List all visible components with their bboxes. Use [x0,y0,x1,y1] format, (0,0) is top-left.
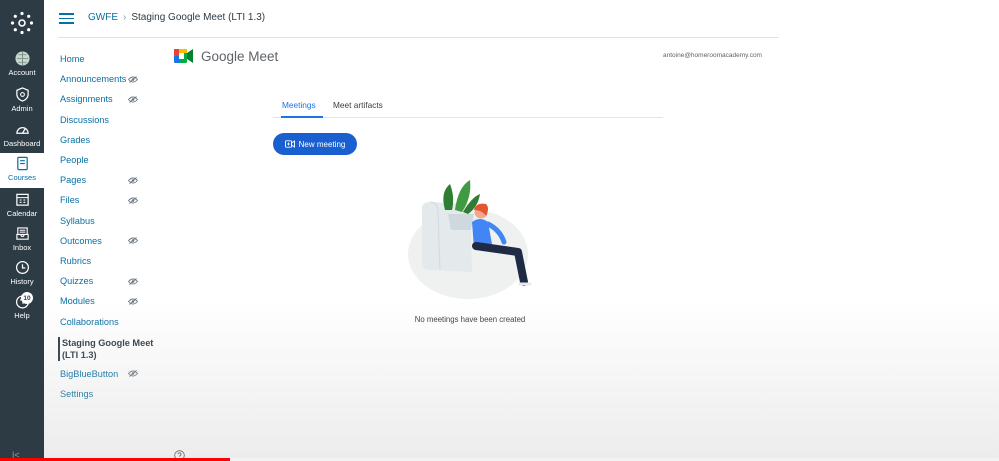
meet-tabs: Meetings Meet artifacts [273,96,663,118]
course-nav-item-bigbluebutton[interactable]: BigBlueButton [58,369,158,379]
eye-slash-icon [128,96,138,103]
course-nav-item-staging-google-meet[interactable]: Staging Google Meet (LTI 1.3) [58,336,158,361]
global-nav-admin[interactable]: Admin [0,84,44,118]
course-nav-item-outcomes[interactable]: Outcomes [58,236,158,246]
empty-state-message: No meetings have been created [414,315,526,324]
course-nav-label: Outcomes [60,235,102,246]
course-nav-item-pages[interactable]: Pages [58,175,158,185]
video-plus-icon [284,140,295,148]
book-icon [16,156,28,171]
shield-icon [15,87,29,102]
course-nav-item-discussions[interactable]: Discussions [58,115,158,125]
breadcrumb-course-link[interactable]: GWFE [88,12,118,23]
eye-slash-icon [128,277,138,285]
course-nav-item-quizzes[interactable]: Quizzes [58,276,158,286]
course-nav-item-home[interactable]: Home [58,54,158,64]
inbox-icon [15,227,29,240]
course-nav-item-collaborations[interactable]: Collaborations [58,317,158,327]
course-nav-label-line: (LTI 1.3) [62,349,97,360]
course-nav-label: Rubrics [60,256,92,266]
course-nav-label: BigBlueButton [60,368,119,379]
course-nav-item-files[interactable]: Files [58,195,158,205]
course-nav-label: Modules [60,296,95,307]
active-tab-indicator [281,116,323,118]
global-nav-label: History [10,277,34,286]
course-nav-label: Staging Google Meet (LTI 1.3) [62,337,153,361]
global-nav-calendar[interactable]: Calendar [0,189,44,223]
course-nav-item-rubrics[interactable]: Rubrics [58,256,158,266]
eye-slash-icon [128,176,138,184]
tab-meet-artifacts[interactable]: Meet artifacts [333,100,383,110]
course-nav-label: Pages [60,175,87,186]
tab-meetings[interactable]: Meetings [282,100,316,110]
global-nav-dashboard[interactable]: Dashboard [0,119,44,153]
new-meeting-button[interactable]: New meeting [273,133,357,155]
google-meet-title: Google Meet [201,49,279,64]
global-nav-help[interactable]: 10 Help [0,291,44,325]
course-nav-item-assignments[interactable]: Assignments [58,94,158,104]
global-nav-label: Calendar [6,209,38,218]
dashboard-icon [15,127,29,134]
course-nav-label-line: Staging Google Meet [62,337,154,348]
hamburger-menu-icon[interactable] [59,13,74,24]
eye-slash-icon [128,370,138,378]
breadcrumb-separator: › [123,12,127,23]
course-nav-item-syllabus[interactable]: Syllabus [58,216,158,226]
eye-slash-icon [128,197,138,204]
video-shading-overlay [44,300,999,461]
course-nav-label: Collaborations [60,316,119,327]
global-nav-account[interactable]: Account [0,48,44,82]
course-nav-label: Home [60,54,85,64]
breadcrumb: GWFE › Staging Google Meet (LTI 1.3) [88,12,265,23]
global-nav-label: Help [14,311,30,320]
course-nav-label: Announcements [60,74,127,85]
course-nav-item-announcements[interactable]: Announcements [58,74,158,84]
course-nav-label: Grades [60,134,91,145]
calendar-icon [15,193,29,206]
global-nav-inbox[interactable]: Inbox [0,223,44,257]
user-email: antoine@homeroomacademy.com [663,52,762,59]
course-nav-item-modules[interactable]: Modules [58,296,158,306]
google-meet-logo-icon [174,49,193,63]
course-nav-label: Discussions [60,114,110,125]
global-nav-label: Admin [11,104,33,113]
eye-slash-icon [128,298,138,305]
course-nav-item-people[interactable]: People [58,155,158,165]
course-nav-label: Assignments [60,94,113,105]
course-nav-item-settings[interactable]: Settings [58,389,158,399]
empty-state-illustration [408,180,532,299]
global-nav-history[interactable]: History [0,257,44,291]
canvas-logo-icon[interactable] [10,11,34,35]
global-nav-courses[interactable]: Courses [0,153,44,188]
global-nav-label: Courses [8,173,36,182]
eye-slash-icon [128,237,138,245]
breadcrumb-current: Staging Google Meet (LTI 1.3) [131,12,266,23]
eye-slash-icon [128,75,138,83]
clock-icon [15,260,29,275]
header-divider [58,37,779,38]
course-nav-label: Syllabus [60,215,95,226]
help-badge: 10 [21,292,33,304]
global-nav-label: Account [8,68,36,77]
avatar-icon [14,51,30,66]
new-meeting-label: New meeting [298,139,346,149]
course-nav-label: Quizzes [60,276,94,287]
course-nav-label: Settings [60,389,94,399]
global-nav: Account Admin Dashboard Courses Calendar [0,0,44,461]
course-nav-item-grades[interactable]: Grades [58,135,158,145]
course-nav-label: Files [60,195,80,206]
course-nav-label: People [60,155,89,165]
global-nav-label: Inbox [12,243,32,252]
global-nav-label: Dashboard [3,139,41,148]
